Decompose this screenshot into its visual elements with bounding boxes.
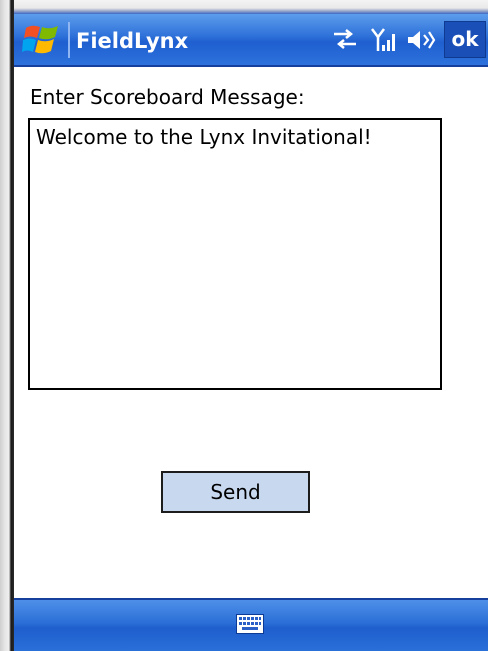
message-prompt-label: Enter Scoreboard Message: — [30, 85, 305, 109]
connectivity-icon[interactable] — [332, 25, 358, 55]
send-button[interactable]: Send — [161, 471, 310, 513]
title-bar: FieldLynx ok — [14, 14, 488, 67]
keyboard-icon[interactable] — [236, 614, 264, 634]
scoreboard-message-input[interactable]: Welcome to the Lynx Invitational! — [28, 118, 442, 390]
volume-icon[interactable] — [406, 25, 436, 55]
app-title: FieldLynx — [76, 29, 189, 53]
device-frame-top — [14, 0, 488, 14]
main-content: Enter Scoreboard Message: Welcome to the… — [14, 67, 488, 598]
title-separator — [68, 22, 70, 58]
windows-start-icon[interactable] — [22, 22, 62, 58]
device-frame-left — [0, 0, 14, 651]
soft-key-bar — [14, 598, 488, 651]
signal-strength-icon[interactable] — [370, 25, 398, 55]
ok-button[interactable]: ok — [444, 21, 486, 58]
